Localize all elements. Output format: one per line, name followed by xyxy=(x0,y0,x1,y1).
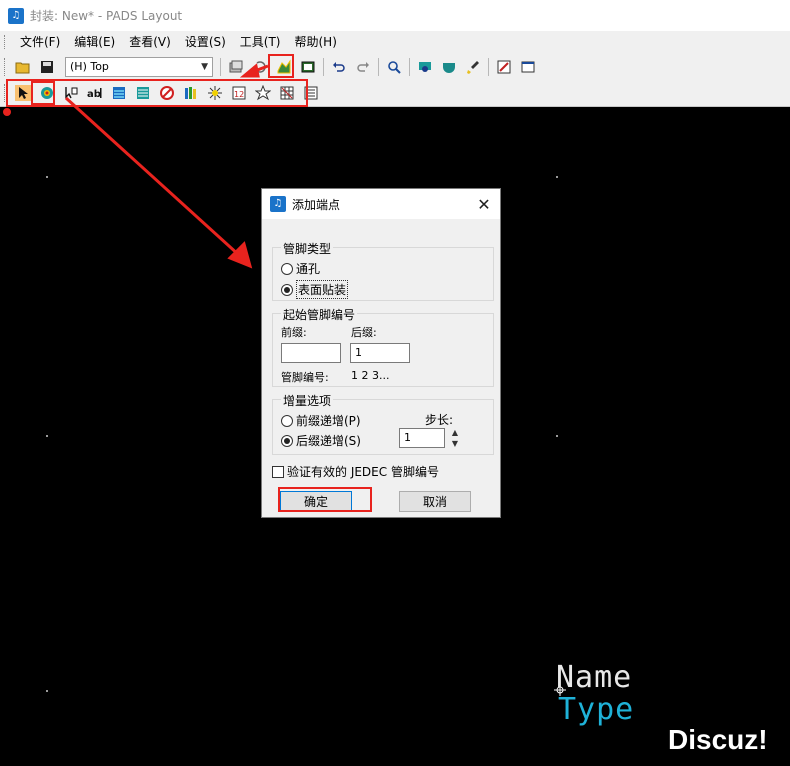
folder-open-icon xyxy=(15,62,30,73)
menu-view[interactable]: 查看(V) xyxy=(122,32,178,52)
start-pin-group: 起始管脚编号 前缀: 后缀: 1 管脚编号: 1 2 3... xyxy=(272,306,494,387)
zoom-button[interactable] xyxy=(383,56,405,78)
menu-help[interactable]: 帮助(H) xyxy=(288,32,344,52)
view-board-icon xyxy=(419,61,431,72)
radio-surface-mount[interactable]: 表面贴装 xyxy=(281,280,349,299)
layer-select[interactable]: (H) Top ▼ xyxy=(65,56,213,77)
radio-indicator-selected xyxy=(281,434,293,447)
toolbar-separator xyxy=(409,57,410,76)
grid-dot xyxy=(556,435,558,437)
grid-dot xyxy=(46,176,48,178)
step-input[interactable]: 1 xyxy=(399,428,445,448)
start-pin-label: 起始管脚编号 xyxy=(281,306,358,323)
grid-dot xyxy=(46,435,48,437)
view-extents-icon xyxy=(443,62,455,73)
dialog-title: 添加端点 xyxy=(292,197,341,212)
prefix-label: 前缀: xyxy=(281,326,307,339)
annotation-box-drafting xyxy=(268,54,294,78)
pin-type-group: 管脚类型 通孔 表面贴装 xyxy=(272,240,494,301)
undo-icon xyxy=(333,61,345,72)
toolbar-grip[interactable] xyxy=(4,57,7,76)
spin-down-icon[interactable]: ▼ xyxy=(452,439,458,448)
radio-prefix-increment[interactable]: 前缀递增(P) xyxy=(281,412,361,429)
toolbar-separator xyxy=(220,57,221,76)
layers-setup-icon xyxy=(229,60,243,72)
suffix-input[interactable]: 1 xyxy=(350,343,410,363)
decal-editor-icon xyxy=(301,61,315,72)
brush-icon xyxy=(467,60,479,74)
menu-setup[interactable]: 设置(S) xyxy=(178,32,233,52)
open-button[interactable] xyxy=(12,56,34,78)
ecad-button[interactable] xyxy=(493,56,515,78)
radio-through-hole[interactable]: 通孔 xyxy=(281,260,320,277)
chevron-down-icon: ▼ xyxy=(201,61,208,72)
redraw-button[interactable] xyxy=(462,56,484,78)
redo-button[interactable] xyxy=(352,56,374,78)
window-title: 封装: New* - PADS Layout xyxy=(30,9,183,23)
pin-numbers-preview: 1 2 3... xyxy=(351,369,390,382)
radio-prefix-increment-label: 前缀递增(P) xyxy=(296,414,361,428)
floppy-disk-icon xyxy=(41,60,53,73)
radio-surface-mount-label: 表面贴装 xyxy=(296,280,349,299)
suffix-label: 后缀: xyxy=(351,326,377,339)
increment-label: 增量选项 xyxy=(281,392,334,409)
toolbar-separator xyxy=(378,57,379,76)
verify-jedec-checkbox-row[interactable]: 验证有效的 JEDEC 管脚编号 xyxy=(272,463,439,480)
magnifier-icon xyxy=(388,60,401,74)
menu-file[interactable]: 文件(F) xyxy=(13,32,67,52)
close-button[interactable]: ✕ xyxy=(474,194,494,214)
menu-edit[interactable]: 编辑(E) xyxy=(67,32,122,52)
toolbar-separator xyxy=(323,57,324,76)
layer-select-value: (H) Top xyxy=(70,60,109,73)
redo-icon xyxy=(357,61,369,72)
radio-indicator xyxy=(281,262,293,275)
window-list-icon xyxy=(521,61,535,72)
radio-indicator xyxy=(281,414,293,427)
menubar-grip[interactable] xyxy=(4,35,7,49)
prefix-input[interactable] xyxy=(281,343,341,363)
refresh-icon xyxy=(254,60,266,73)
step-label: 步长: xyxy=(425,413,454,427)
router-icon xyxy=(497,60,511,73)
verify-jedec-label: 验证有效的 JEDEC 管脚编号 xyxy=(287,465,439,479)
grid-dot xyxy=(46,690,48,692)
close-icon: ✕ xyxy=(477,194,491,214)
annotation-box-terminal xyxy=(31,81,55,105)
save-button[interactable] xyxy=(36,56,58,78)
view-board-button[interactable] xyxy=(414,56,436,78)
discuz-watermark: Discuz! xyxy=(668,724,768,755)
step-spinner[interactable]: ▲ ▼ xyxy=(450,428,460,448)
title-bar: ♫ 封装: New* - PADS Layout xyxy=(0,0,790,31)
watermark-name-text: Name xyxy=(556,660,633,695)
pads-layout-window: ♫ 封装: New* - PADS Layout 文件(F) 编辑(E) 查看(… xyxy=(0,0,790,766)
window-button[interactable] xyxy=(517,56,539,78)
spin-up-icon[interactable]: ▲ xyxy=(452,428,458,437)
grid-dot xyxy=(556,176,558,178)
standard-toolbar: (H) Top ▼ xyxy=(0,53,790,80)
undo-button[interactable] xyxy=(328,56,350,78)
add-terminal-dialog: ♫ 添加端点 ✕ 管脚类型 通孔 表面贴装 起始管脚编号 前缀: 后缀: 1 管… xyxy=(261,188,501,518)
pads-app-icon: ♫ xyxy=(8,7,24,24)
dialog-title-bar[interactable]: ♫ 添加端点 xyxy=(262,189,500,219)
toolbar-separator xyxy=(488,57,489,76)
verify-jedec-checkbox[interactable] xyxy=(272,465,284,478)
layer-setup-button[interactable] xyxy=(225,56,247,78)
watermark-type-text: Type xyxy=(558,692,635,727)
radio-suffix-increment-label: 后缀递增(S) xyxy=(296,434,361,448)
annotation-box-ok xyxy=(278,487,372,512)
decal-toolbar-button[interactable] xyxy=(297,56,319,78)
pin-type-label: 管脚类型 xyxy=(281,240,334,257)
menu-bar: 文件(F) 编辑(E) 查看(V) 设置(S) 工具(T) 帮助(H) xyxy=(0,31,790,53)
view-extents-button[interactable] xyxy=(438,56,460,78)
increment-group: 增量选项 前缀递增(P) 后缀递增(S) 步长: 1 ▲ ▼ xyxy=(272,392,494,455)
radio-suffix-increment[interactable]: 后缀递增(S) xyxy=(281,432,361,449)
cancel-button[interactable]: 取消 xyxy=(399,491,471,512)
pads-app-icon: ♫ xyxy=(270,196,286,212)
radio-indicator-selected xyxy=(281,283,293,296)
pin-numbers-label: 管脚编号: xyxy=(281,371,329,384)
menu-tools[interactable]: 工具(T) xyxy=(233,32,288,52)
radio-through-hole-label: 通孔 xyxy=(296,262,321,276)
